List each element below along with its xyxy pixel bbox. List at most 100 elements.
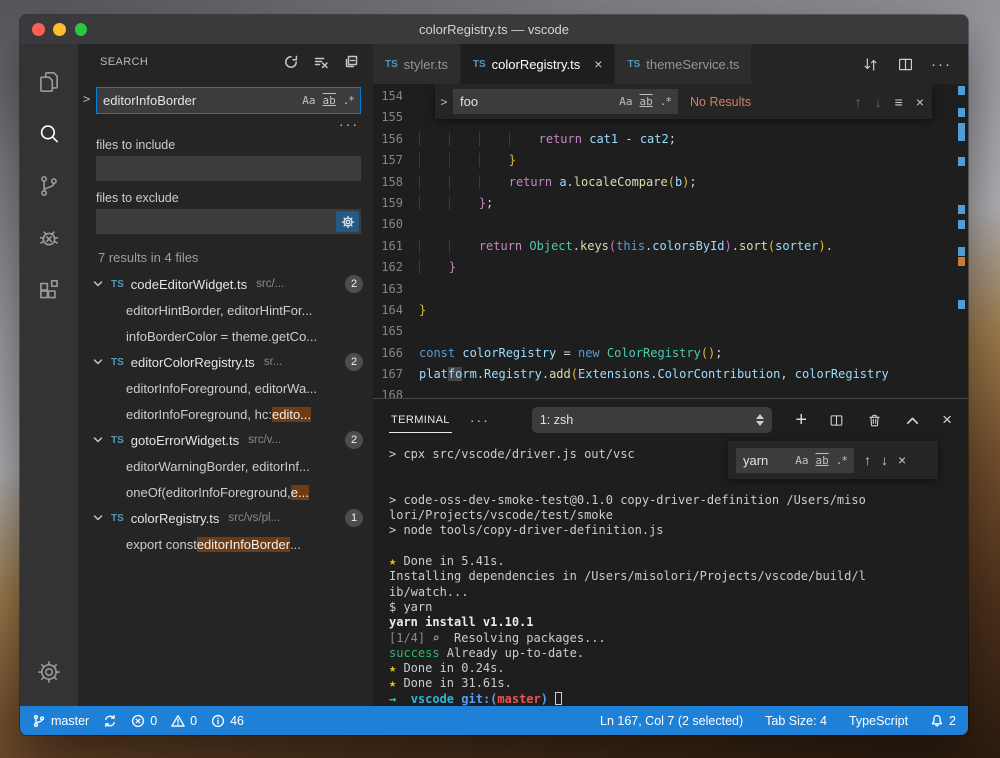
- bell-icon: [930, 714, 944, 728]
- search-result-match-row[interactable]: infoBorderColor = theme.getCo...: [78, 323, 373, 349]
- panel-more-actions-button[interactable]: ···: [470, 412, 490, 428]
- next-match-icon[interactable]: ↓: [875, 94, 882, 110]
- clear-search-results-icon[interactable]: [313, 54, 329, 70]
- line-number: 168: [373, 385, 419, 398]
- match-text: editorInfoForeground, editorWa...: [126, 381, 317, 396]
- status-sync[interactable]: [103, 714, 117, 728]
- line-content: }: [419, 300, 426, 321]
- warning-icon: [171, 714, 185, 728]
- ruler-match-mark: [958, 123, 965, 132]
- search-result-file-row[interactable]: TSeditorColorRegistry.tssr...2: [78, 349, 373, 375]
- whole-word-toggle[interactable]: ab: [640, 95, 653, 108]
- next-match-icon[interactable]: ↓: [881, 452, 888, 468]
- code-line: 165: [373, 321, 968, 342]
- terminal-output[interactable]: > cpx src/vscode/driver.js out/vsc> code…: [373, 441, 968, 706]
- split-terminal-icon[interactable]: [828, 412, 845, 429]
- typescript-file-icon: TS: [109, 279, 126, 290]
- status-label: TypeScript: [849, 714, 908, 728]
- match-case-toggle[interactable]: Aa: [795, 454, 808, 467]
- terminal-line: > code-oss-dev-smoke-test@0.1.0 copy-dri…: [389, 493, 968, 508]
- status-warning[interactable]: 0: [171, 714, 197, 728]
- activity-item-extensions[interactable]: [25, 264, 73, 316]
- previous-match-icon[interactable]: ↑: [864, 452, 871, 468]
- more-actions-button[interactable]: ···: [931, 56, 952, 73]
- status-label: Ln 167, Col 7 (2 selected): [600, 714, 743, 728]
- typescript-file-icon: TS: [473, 59, 486, 70]
- status-info[interactable]: 46: [211, 714, 244, 728]
- match-case-toggle[interactable]: Aa: [619, 95, 632, 108]
- use-exclude-settings-button[interactable]: [336, 211, 359, 232]
- find-in-selection-icon[interactable]: ≡: [895, 94, 903, 110]
- status-typescript[interactable]: TypeScript: [849, 714, 908, 728]
- previous-match-icon[interactable]: ↑: [855, 94, 862, 110]
- match-case-toggle[interactable]: Aa: [302, 94, 315, 107]
- close-panel-icon[interactable]: ×: [942, 410, 952, 430]
- find-input[interactable]: [460, 94, 619, 109]
- close-find-icon[interactable]: ×: [898, 452, 906, 468]
- close-window-button[interactable]: [32, 23, 45, 36]
- tab-colorRegistry-ts[interactable]: TScolorRegistry.ts×: [461, 44, 616, 84]
- maximize-panel-icon[interactable]: [904, 412, 921, 429]
- match-text-highlight: editorInfoBorder: [197, 537, 290, 552]
- kill-terminal-icon[interactable]: [866, 412, 883, 429]
- regex-toggle[interactable]: .*: [343, 94, 354, 107]
- search-input[interactable]: [103, 93, 302, 108]
- search-result-match-row[interactable]: editorInfoForeground, editorWa...: [78, 375, 373, 401]
- line-number: 156: [373, 129, 419, 150]
- sync-icon: [103, 714, 117, 728]
- code-editor[interactable]: > Aa ab .* No Results ↑ ↓ ≡: [373, 84, 968, 398]
- split-editor-icon[interactable]: [896, 55, 915, 74]
- open-changes-icon[interactable]: [861, 55, 880, 74]
- whole-word-toggle[interactable]: ab: [323, 94, 336, 107]
- search-result-match-row[interactable]: oneOf(editorInfoForeground, e...: [78, 479, 373, 505]
- files-to-exclude-input[interactable]: [96, 209, 361, 234]
- close-find-icon[interactable]: ×: [916, 94, 924, 110]
- overview-ruler[interactable]: [956, 84, 968, 398]
- terminal-find-input[interactable]: [743, 453, 795, 468]
- search-result-match-row[interactable]: editorWarningBorder, editorInf...: [78, 453, 373, 479]
- title-bar: colorRegistry.ts — vscode: [20, 15, 968, 44]
- toggle-search-details-button[interactable]: ···: [78, 118, 373, 130]
- result-file-name: codeEditorWidget.ts: [131, 277, 247, 292]
- search-result-match-row[interactable]: export const editorInfoBorder ...: [78, 531, 373, 557]
- activity-item-explorer[interactable]: [25, 56, 73, 108]
- activity-item-settings[interactable]: [25, 646, 73, 698]
- status-tab[interactable]: Tab Size: 4: [765, 714, 827, 728]
- search-result-match-row[interactable]: editorInfoForeground, hc: edito...: [78, 401, 373, 427]
- collapse-all-icon[interactable]: [343, 54, 359, 70]
- activity-item-search[interactable]: [25, 108, 73, 160]
- status-bar: master 00 46 Ln 167, Col 7 (2 selected) Tab …: [20, 706, 968, 735]
- match-count-badge: 2: [345, 353, 363, 371]
- refresh-icon[interactable]: [283, 54, 299, 70]
- search-result-match-row[interactable]: editorHintBorder, editorHintFor...: [78, 297, 373, 323]
- files-to-include-input[interactable]: [96, 156, 361, 181]
- toggle-replace-chevron[interactable]: >: [83, 92, 90, 106]
- activity-item-debug[interactable]: [25, 212, 73, 264]
- terminal-instance-select[interactable]: 1: zsh: [532, 407, 772, 433]
- regex-toggle[interactable]: .*: [660, 95, 671, 108]
- new-terminal-icon[interactable]: +: [795, 412, 807, 428]
- ruler-match-mark: [958, 108, 965, 117]
- activity-item-scm[interactable]: [25, 160, 73, 212]
- minimize-window-button[interactable]: [53, 23, 66, 36]
- terminal-line: lori/Projects/vscode/test/smoke: [389, 508, 968, 523]
- status-error[interactable]: 0: [131, 714, 157, 728]
- extensions-icon: [36, 277, 62, 303]
- terminal-panel-tab[interactable]: TERMINAL: [389, 408, 452, 433]
- tab-styler-ts[interactable]: TSstyler.ts: [373, 44, 461, 84]
- toggle-replace-chevron[interactable]: >: [435, 95, 453, 109]
- close-tab-icon[interactable]: ×: [594, 56, 602, 72]
- match-text: oneOf(editorInfoForeground,: [126, 485, 291, 500]
- status-branch[interactable]: master: [32, 714, 89, 728]
- regex-toggle[interactable]: .*: [836, 454, 847, 467]
- search-results-tree: TScodeEditorWidget.tssrc/...2editorHintB…: [78, 271, 373, 557]
- whole-word-toggle[interactable]: ab: [816, 454, 829, 467]
- search-result-file-row[interactable]: TScolorRegistry.tssrc/vs/pl...1: [78, 505, 373, 531]
- search-result-file-row[interactable]: TSgotoErrorWidget.tssrc/v...2: [78, 427, 373, 453]
- tab-themeService-ts[interactable]: TSthemeService.ts: [615, 44, 752, 84]
- zoom-window-button[interactable]: [74, 23, 87, 36]
- status-bell[interactable]: 2: [930, 714, 956, 728]
- status-ln[interactable]: Ln 167, Col 7 (2 selected): [600, 714, 743, 728]
- search-result-file-row[interactable]: TScodeEditorWidget.tssrc/...2: [78, 271, 373, 297]
- terminal-line: [389, 539, 968, 554]
